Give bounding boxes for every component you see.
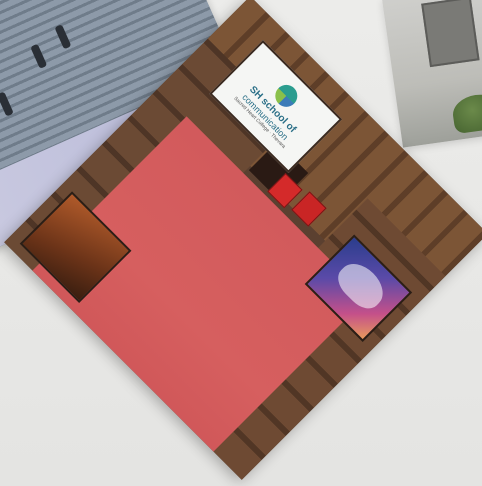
window — [421, 0, 480, 68]
collage-canvas: SH school of communication Sacred Heart … — [0, 0, 482, 486]
background-photo-building — [382, 0, 482, 148]
